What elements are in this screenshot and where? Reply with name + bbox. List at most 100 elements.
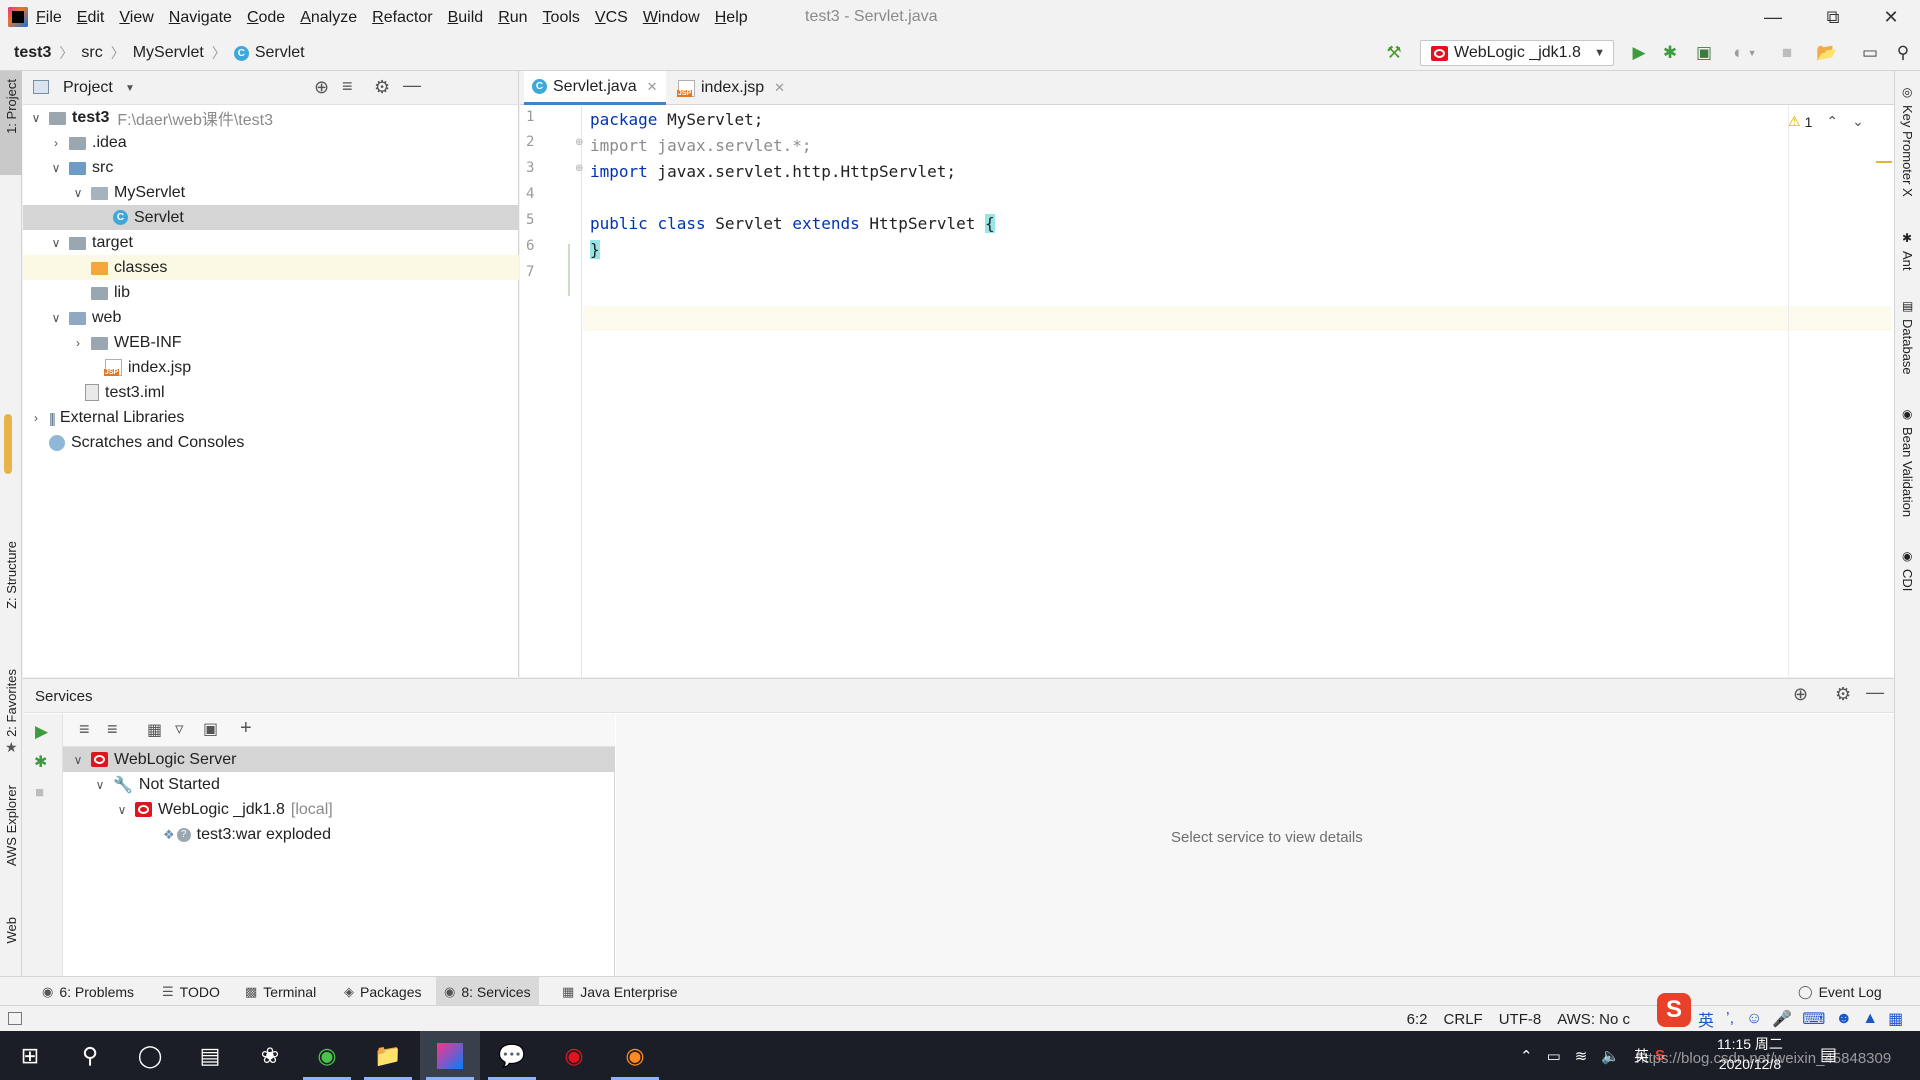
hide-minimize-icon[interactable]: —: [1866, 682, 1884, 703]
project-structure-icon[interactable]: 📂: [1816, 43, 1837, 63]
user-icon[interactable]: ☻: [1835, 1010, 1852, 1028]
file-explorer-icon[interactable]: 📁: [358, 1031, 418, 1080]
punctuation-icon[interactable]: ’,: [1726, 1010, 1734, 1028]
battery-icon[interactable]: ▭: [1547, 1047, 1561, 1065]
menu-window[interactable]: Window: [643, 9, 700, 27]
fold-icon[interactable]: ⊕: [575, 163, 583, 174]
locate-target-icon[interactable]: ⊕: [1793, 684, 1808, 705]
filter-icon[interactable]: ▿: [175, 719, 184, 739]
tool-tab-todo[interactable]: ☰ TODO: [154, 977, 228, 1006]
tool-tab-problems[interactable]: ◉ 6: Problems: [34, 977, 142, 1006]
menu-code[interactable]: Code: [247, 9, 285, 27]
tab-index-jsp[interactable]: index.jsp ✕: [670, 71, 793, 105]
tree-item-src[interactable]: ∨ src: [23, 155, 519, 180]
gear-icon[interactable]: ⚙: [374, 77, 390, 98]
tree-item-classes[interactable]: classes: [23, 255, 519, 280]
service-artifact[interactable]: ❖ ? test3:war exploded: [63, 822, 615, 847]
tree-item-test3-iml[interactable]: test3.iml: [23, 380, 519, 405]
tree-item-myservlet-package[interactable]: ∨ MyServlet: [23, 180, 519, 205]
hide-minimize-icon[interactable]: —: [403, 75, 421, 96]
locate-target-icon[interactable]: ⊕: [314, 77, 329, 98]
tool-tab-bean-validation[interactable]: Bean Validation: [1900, 427, 1915, 517]
search-icon[interactable]: ⚲: [60, 1031, 120, 1080]
tool-tab-web[interactable]: Web: [4, 917, 19, 944]
tool-tab-event-log[interactable]: ◯ Event Log: [1790, 977, 1890, 1006]
tree-item-servlet-class[interactable]: C Servlet: [23, 205, 519, 230]
service-weblogic-server[interactable]: ∨ WebLogic Server: [63, 747, 615, 772]
fold-icon[interactable]: ⊕: [575, 137, 583, 148]
expand-all-icon[interactable]: ≡: [79, 719, 90, 740]
tree-item-index-jsp[interactable]: index.jsp: [23, 355, 519, 380]
chevron-down-icon[interactable]: ⌄: [1852, 113, 1864, 130]
pinwheel-app-icon[interactable]: ❀: [240, 1031, 300, 1080]
menu-run[interactable]: Run: [498, 9, 527, 27]
restore-button[interactable]: ⧉: [1804, 0, 1862, 35]
search-icon[interactable]: ⚲: [1893, 43, 1913, 63]
sogou-ime-icon[interactable]: S: [1657, 993, 1691, 1027]
file-encoding[interactable]: UTF-8: [1499, 1011, 1542, 1028]
close-window-button[interactable]: ✕: [1862, 0, 1920, 35]
ime-language-label[interactable]: 英: [1698, 1007, 1714, 1031]
tree-item-project-root[interactable]: ∨ test3 F:\daer\web课件\test3: [23, 105, 519, 130]
run-with-coverage-icon[interactable]: ▣: [1694, 43, 1714, 63]
menu-build[interactable]: Build: [448, 9, 484, 27]
profile-icon[interactable]: ◐ ▼: [1727, 43, 1763, 63]
breadcrumb-class[interactable]: Servlet: [255, 44, 305, 62]
collapse-all-icon[interactable]: ≡: [107, 719, 118, 740]
run-icon[interactable]: ▶: [1629, 43, 1649, 63]
build-hammer-icon[interactable]: ⚒: [1384, 43, 1404, 63]
emoji-icon[interactable]: ☺: [1746, 1010, 1762, 1028]
menu-tools[interactable]: Tools: [543, 9, 580, 27]
tree-item-web[interactable]: ∨ web: [23, 305, 519, 330]
tool-tab-favorites[interactable]: 2: Favorites: [4, 669, 19, 737]
error-stripe-marker[interactable]: [1876, 161, 1892, 163]
line-separator[interactable]: CRLF: [1444, 1011, 1483, 1028]
minimize-button[interactable]: —: [1744, 0, 1802, 35]
tree-item-lib[interactable]: lib: [23, 280, 519, 305]
stop-icon[interactable]: ■: [1777, 43, 1797, 63]
terminal-window-icon[interactable]: ▭: [1860, 43, 1880, 63]
project-view-title[interactable]: Project: [63, 79, 113, 97]
stop-icon[interactable]: ■: [35, 784, 44, 801]
tool-tab-packages[interactable]: ◈ Packages: [336, 977, 429, 1006]
tree-item-external-libraries[interactable]: › ||| External Libraries: [23, 405, 519, 430]
volume-icon[interactable]: 🔈: [1601, 1047, 1620, 1065]
microphone-icon[interactable]: 🎤: [1772, 1009, 1792, 1029]
run-icon[interactable]: ▶: [35, 722, 48, 742]
tool-tab-aws-explorer[interactable]: AWS Explorer: [4, 785, 19, 866]
new-tab-icon[interactable]: ▣: [203, 719, 218, 739]
breadcrumb-package[interactable]: MyServlet: [133, 44, 204, 62]
tool-tab-terminal[interactable]: ▩ Terminal: [237, 977, 324, 1006]
tree-item-idea[interactable]: › .idea: [23, 130, 519, 155]
tree-item-scratches[interactable]: Scratches and Consoles: [23, 430, 519, 455]
tab-servlet-java[interactable]: C Servlet.java ✕: [524, 71, 666, 105]
aws-connection-status[interactable]: AWS: No c: [1557, 1011, 1630, 1028]
tree-item-target[interactable]: ∨ target: [23, 230, 519, 255]
service-not-started[interactable]: ∨ 🔧 Not Started: [63, 772, 615, 797]
service-weblogic-config[interactable]: ∨ WebLogic _jdk1.8 [local]: [63, 797, 615, 822]
wifi-icon[interactable]: ≋: [1575, 1047, 1588, 1065]
task-view-icon[interactable]: ▤: [180, 1031, 240, 1080]
tool-tab-structure[interactable]: Z: Structure: [4, 541, 19, 609]
chevron-up-icon[interactable]: ⌃: [1826, 113, 1838, 130]
chevron-down-icon[interactable]: ▼: [125, 83, 135, 94]
wechat-icon[interactable]: 💬: [482, 1031, 542, 1080]
menu-vcs[interactable]: VCS: [595, 9, 628, 27]
group-by-icon[interactable]: ▦: [147, 720, 162, 740]
toolbox-grid-icon[interactable]: ▦: [1888, 1009, 1903, 1029]
toggle-tool-windows-icon[interactable]: [8, 1012, 22, 1025]
menu-file[interactable]: File: [36, 9, 62, 27]
cortana-circle-icon[interactable]: ◯: [120, 1031, 180, 1080]
close-icon[interactable]: ✕: [774, 80, 785, 96]
tool-tab-java-enterprise[interactable]: ▦ Java Enterprise: [554, 977, 686, 1006]
code-line-5[interactable]: public class Servlet extends HttpServlet…: [590, 211, 995, 236]
tree-item-web-inf[interactable]: › WEB-INF: [23, 330, 519, 355]
menu-edit[interactable]: Edit: [77, 9, 105, 27]
intellij-taskbar-icon[interactable]: [420, 1031, 480, 1080]
windows-start-icon[interactable]: ⊞: [0, 1031, 60, 1080]
menu-refactor[interactable]: Refactor: [372, 9, 432, 27]
netease-music-icon[interactable]: ◉: [544, 1031, 604, 1080]
debug-bug-icon[interactable]: ✱: [34, 752, 47, 772]
code-line-1[interactable]: package MyServlet;: [590, 107, 763, 132]
keyboard-icon[interactable]: ⌨: [1802, 1009, 1825, 1029]
